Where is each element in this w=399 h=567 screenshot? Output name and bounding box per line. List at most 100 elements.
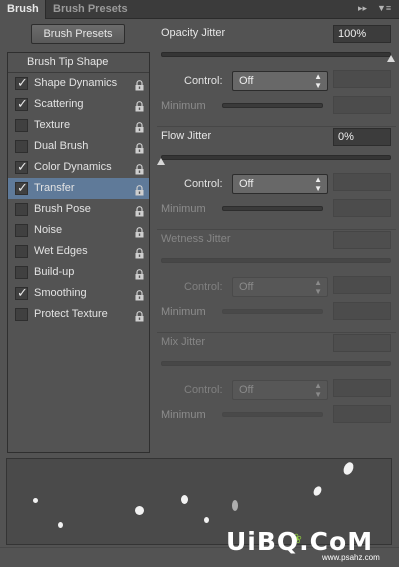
list-item-label: Dual Brush bbox=[34, 140, 89, 152]
mix-jitter-minimum-slider[interactable] bbox=[222, 412, 323, 417]
minimum-label: Minimum bbox=[161, 306, 206, 318]
list-item-dual-brush[interactable]: Dual Brush bbox=[8, 136, 149, 157]
flow-jitter-value-field[interactable]: 0% bbox=[333, 128, 391, 146]
flow-jitter-control-select[interactable]: Off ▲ ▼ bbox=[232, 174, 328, 194]
opacity-jitter-value-field[interactable]: 100% bbox=[333, 25, 391, 43]
flow-jitter-slider[interactable] bbox=[161, 155, 391, 160]
watermark-logo: UiBQ.CoM bbox=[226, 527, 374, 556]
lock-icon[interactable] bbox=[135, 309, 144, 322]
flow-jitter-minimum-slider[interactable] bbox=[222, 206, 323, 211]
panel-tab-bar: Brush Brush Presets ▸▸ ▼≡ bbox=[0, 0, 399, 19]
wetness-jitter-minimum-field[interactable] bbox=[333, 302, 391, 320]
mix-jitter-minimum-field[interactable] bbox=[333, 405, 391, 423]
opacity-jitter-control-select[interactable]: Off ▲ ▼ bbox=[232, 71, 328, 91]
list-item-smoothing[interactable]: ✓ Smoothing bbox=[8, 283, 149, 304]
wetness-jitter-label: Wetness Jitter bbox=[161, 233, 231, 245]
preview-dot bbox=[311, 484, 324, 498]
wetness-jitter-control-select[interactable]: Off ▲ ▼ bbox=[232, 277, 328, 297]
list-item-brush-pose[interactable]: Brush Pose bbox=[8, 199, 149, 220]
list-item-label: Smoothing bbox=[34, 287, 87, 299]
list-item-label: Build-up bbox=[34, 266, 75, 278]
checkbox[interactable] bbox=[15, 203, 28, 216]
control-extra-field bbox=[333, 276, 391, 294]
lock-icon[interactable] bbox=[135, 288, 144, 301]
list-item-wet-edges[interactable]: Wet Edges bbox=[8, 241, 149, 262]
lock-icon[interactable] bbox=[135, 141, 144, 154]
checkbox[interactable] bbox=[15, 224, 28, 237]
list-item-texture[interactable]: Texture bbox=[8, 115, 149, 136]
lock-icon[interactable] bbox=[135, 99, 144, 112]
opacity-jitter-minimum-field[interactable] bbox=[333, 96, 391, 114]
lock-icon[interactable] bbox=[135, 267, 144, 280]
checkbox[interactable]: ✓ bbox=[15, 180, 28, 195]
control-label: Control: bbox=[184, 75, 223, 87]
mix-jitter-control-select[interactable]: Off ▲ ▼ bbox=[232, 380, 328, 400]
preview-dot bbox=[33, 498, 38, 503]
list-item-noise[interactable]: Noise bbox=[8, 220, 149, 241]
minimum-label: Minimum bbox=[161, 203, 206, 215]
wetness-jitter-value-field[interactable] bbox=[333, 231, 391, 249]
list-item-label: Shape Dynamics bbox=[34, 77, 118, 89]
lock-icon[interactable] bbox=[135, 120, 144, 133]
control-extra-field bbox=[333, 70, 391, 88]
checkmark-icon: ✓ bbox=[17, 285, 28, 300]
lock-icon[interactable] bbox=[135, 183, 144, 196]
checkbox[interactable] bbox=[15, 266, 28, 279]
brush-settings-list: Brush Tip Shape ✓ Shape Dynamics ✓ Scatteri… bbox=[7, 52, 150, 453]
mix-jitter-value-field[interactable] bbox=[333, 334, 391, 352]
watermark-url: www.psahz.com bbox=[322, 553, 380, 562]
control-label: Control: bbox=[184, 384, 223, 396]
checkbox[interactable]: ✓ bbox=[15, 75, 28, 90]
lock-icon[interactable] bbox=[135, 246, 144, 259]
tab-brush-presets[interactable]: Brush Presets bbox=[46, 0, 135, 19]
checkmark-icon: ✓ bbox=[17, 75, 28, 90]
checkbox[interactable]: ✓ bbox=[15, 285, 28, 300]
checkbox[interactable]: ✓ bbox=[15, 96, 28, 111]
list-item-protect-texture[interactable]: Protect Texture bbox=[8, 304, 149, 325]
control-label: Control: bbox=[184, 281, 223, 293]
opacity-jitter-slider-handle[interactable] bbox=[387, 55, 395, 62]
mix-jitter-slider[interactable] bbox=[161, 361, 391, 366]
opacity-jitter-label: Opacity Jitter bbox=[161, 27, 226, 39]
list-item-shape-dynamics[interactable]: ✓ Shape Dynamics bbox=[8, 73, 149, 94]
panel-menu-icon[interactable]: ▼≡ bbox=[377, 3, 391, 13]
tab-brush[interactable]: Brush bbox=[0, 0, 46, 19]
control-select-value: Off bbox=[239, 384, 254, 396]
lock-icon[interactable] bbox=[135, 204, 144, 217]
flow-jitter-minimum-field[interactable] bbox=[333, 199, 391, 217]
list-item-color-dynamics[interactable]: ✓ Color Dynamics bbox=[8, 157, 149, 178]
lock-icon[interactable] bbox=[135, 162, 144, 175]
checkbox[interactable] bbox=[15, 308, 28, 321]
wetness-jitter-minimum-slider[interactable] bbox=[222, 309, 323, 314]
preview-dot bbox=[232, 500, 238, 511]
list-item-label: Brush Pose bbox=[34, 203, 91, 215]
section-divider bbox=[157, 332, 396, 333]
list-item-build-up[interactable]: Build-up bbox=[8, 262, 149, 283]
select-arrows-icon: ▲ ▼ bbox=[314, 381, 322, 399]
opacity-jitter-minimum-slider[interactable] bbox=[222, 103, 323, 108]
list-item-scattering[interactable]: ✓ Scattering bbox=[8, 94, 149, 115]
section-divider bbox=[157, 126, 396, 127]
checkbox[interactable]: ✓ bbox=[15, 159, 28, 174]
lock-icon[interactable] bbox=[135, 225, 144, 238]
control-select-value: Off bbox=[239, 75, 254, 87]
flow-jitter-slider-handle[interactable] bbox=[157, 158, 165, 165]
brush-tip-shape-item[interactable]: Brush Tip Shape bbox=[8, 53, 149, 73]
list-item-label: Color Dynamics bbox=[34, 161, 112, 173]
section-divider bbox=[157, 229, 396, 230]
list-item-label: Texture bbox=[34, 119, 71, 131]
list-item-transfer[interactable]: ✓ Transfer bbox=[8, 178, 149, 199]
double-chevron-right-icon[interactable]: ▸▸ bbox=[358, 3, 367, 14]
lock-icon[interactable] bbox=[135, 78, 144, 91]
control-label: Control: bbox=[184, 178, 223, 190]
checkbox[interactable] bbox=[15, 245, 28, 258]
checkbox[interactable] bbox=[15, 119, 28, 132]
opacity-jitter-slider[interactable] bbox=[161, 52, 391, 57]
checkbox[interactable] bbox=[15, 140, 28, 153]
mix-jitter-label: Mix Jitter bbox=[161, 336, 205, 348]
list-item-label: Transfer bbox=[34, 182, 75, 194]
brush-presets-button[interactable]: Brush Presets bbox=[31, 24, 125, 44]
minimum-label: Minimum bbox=[161, 100, 206, 112]
wetness-jitter-slider[interactable] bbox=[161, 258, 391, 263]
checkmark-icon: ✓ bbox=[17, 96, 28, 111]
